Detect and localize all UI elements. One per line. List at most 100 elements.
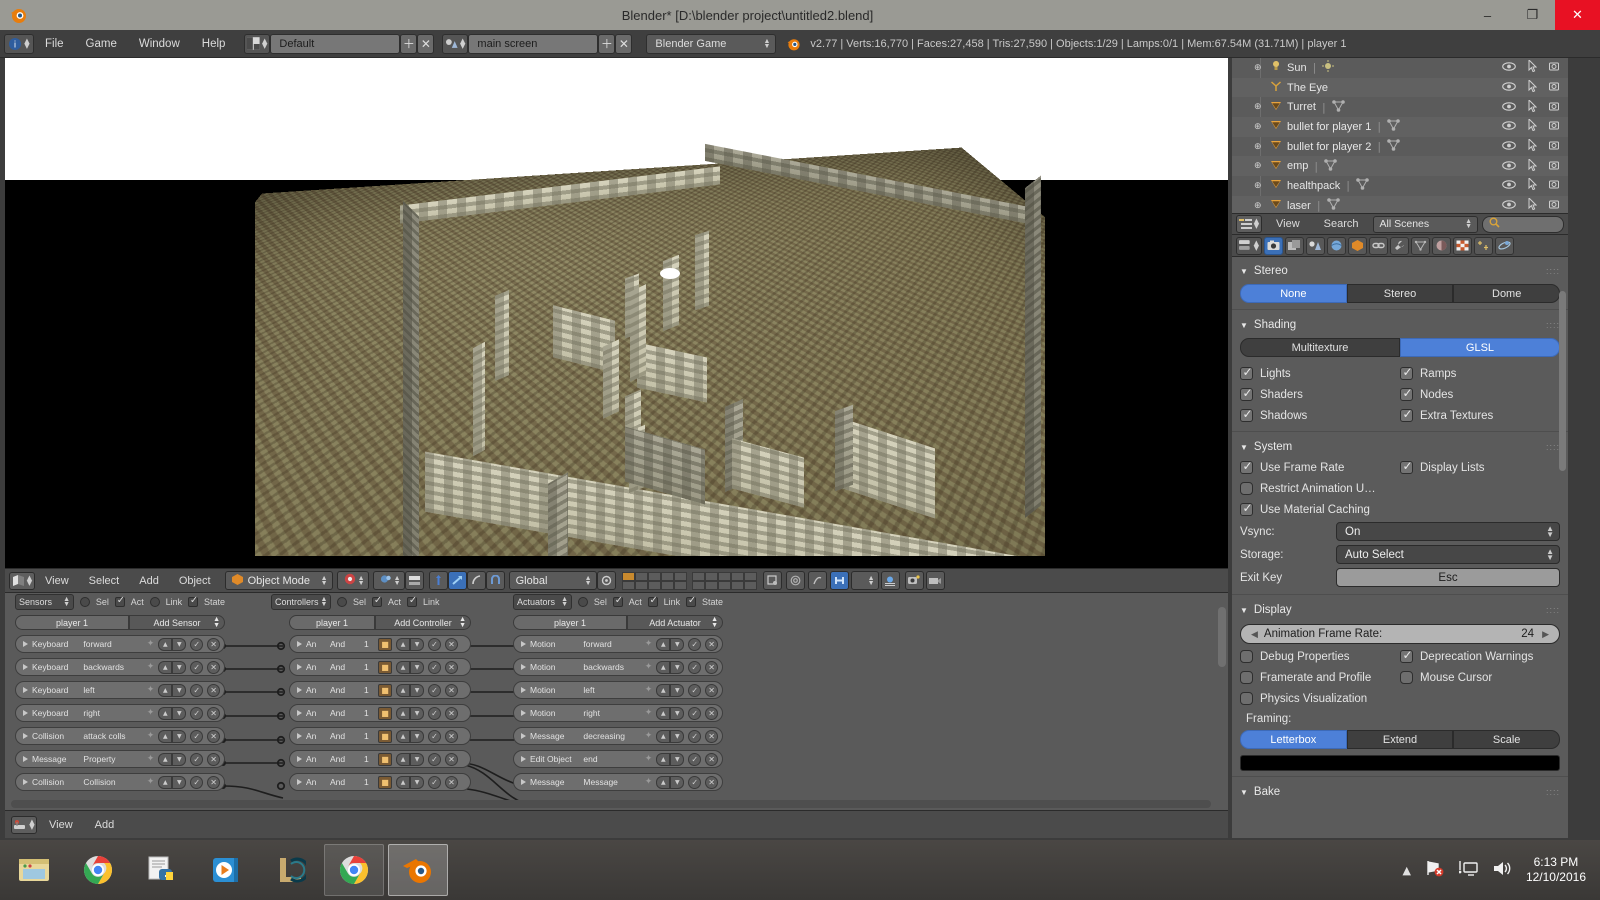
collapse-caret-icon[interactable]: ▼ <box>1240 321 1248 330</box>
controllers-object-name[interactable]: player 1 <box>289 615 375 630</box>
framing-option-letterbox[interactable]: Letterbox <box>1240 730 1347 749</box>
checkbox-row-mouse-cursor[interactable]: Mouse Cursor <box>1400 667 1560 688</box>
storage-dropdown[interactable]: Auto Select ▲ ▼ <box>1336 545 1560 564</box>
cursor-selectable-icon[interactable] <box>1528 100 1537 115</box>
delete-actuator-button[interactable]: ✕ <box>705 638 718 651</box>
sensors-filter-sel-checkbox[interactable] <box>80 597 90 607</box>
use-frame-rate-checkbox[interactable] <box>1240 461 1253 474</box>
logic-vertical-scrollbar[interactable] <box>1218 607 1226 667</box>
actuators-filter-act-checkbox[interactable] <box>613 597 623 607</box>
move-updown-buttons[interactable]: ▲ ▼ <box>396 753 424 766</box>
3d-view-editor-icon[interactable]: ▲ ▼ <box>9 572 35 590</box>
controller-active-toggle[interactable]: ✓ <box>428 776 441 789</box>
actuator-brick[interactable]: Motion backwards ✦ ▲ ▼ ✓ ✕ <box>513 658 723 676</box>
controller-name[interactable]: And <box>330 685 360 695</box>
actuator-name[interactable]: decreasing <box>583 731 640 741</box>
delete-sensor-button[interactable]: ✕ <box>207 707 220 720</box>
checkbox-row-nodes[interactable]: Nodes <box>1400 384 1560 405</box>
sensor-active-toggle[interactable]: ✓ <box>190 638 203 651</box>
cursor-selectable-icon[interactable] <box>1528 159 1537 174</box>
collapse-caret-icon[interactable]: ▼ <box>1240 788 1248 797</box>
expand-triangle-icon[interactable] <box>521 664 526 670</box>
logic-editor[interactable]: Sensors ▲▼ Sel Act Link State player 1 A… <box>5 592 1228 810</box>
viewport-shading-dropdown[interactable]: ▲ ▼ <box>337 571 369 590</box>
render-opengl-animation-icon[interactable] <box>926 571 945 590</box>
panel-header-display[interactable]: ▼ Display :::: <box>1232 600 1568 620</box>
delete-actuator-button[interactable]: ✕ <box>705 707 718 720</box>
checkbox-row-use-material-caching[interactable]: Use Material Caching <box>1240 499 1560 520</box>
pivot-point-dropdown[interactable]: ▲ ▼ <box>373 571 405 590</box>
controller-brick[interactable]: An And 1 ■ ▲ ▼ ✓ ✕ <box>289 704 471 722</box>
viewport-menu-object[interactable]: Object <box>169 575 221 587</box>
actuators-filter-link-checkbox[interactable] <box>648 597 658 607</box>
checkbox-row-physics-visualization[interactable]: Physics Visualization <box>1240 688 1560 709</box>
controllers-type-dropdown[interactable]: Controllers ▲ ▼ <box>271 594 331 610</box>
expand-toggle-icon[interactable]: ⊕ <box>1254 122 1262 132</box>
delete-actuator-button[interactable]: ✕ <box>705 776 718 789</box>
actuator-active-toggle[interactable]: ✓ <box>688 661 701 674</box>
eye-visibility-icon[interactable] <box>1502 179 1516 192</box>
sensor-brick[interactable]: Keyboard left ✦ ▲ ▼ ✓ ✕ <box>15 681 225 699</box>
menu-help[interactable]: Help <box>191 34 237 54</box>
expand-triangle-icon[interactable] <box>23 641 28 647</box>
controllers-filter-link-checkbox[interactable] <box>407 597 417 607</box>
actuator-active-toggle[interactable]: ✓ <box>688 776 701 789</box>
camera-renderable-icon[interactable] <box>1549 81 1562 94</box>
controller-script-icon[interactable]: ■ <box>378 707 392 720</box>
sensor-name[interactable]: backwards <box>83 662 142 672</box>
add-controller-button[interactable]: Add Controller ▲ ▼ <box>375 615 471 630</box>
expand-triangle-icon[interactable] <box>521 779 526 785</box>
delete-actuator-button[interactable]: ✕ <box>705 684 718 697</box>
pin-icon[interactable]: ✦ <box>645 662 653 672</box>
move-updown-buttons[interactable]: ▲ ▼ <box>656 684 684 697</box>
expand-triangle-icon[interactable] <box>23 779 28 785</box>
move-updown-buttons[interactable]: ▲ ▼ <box>396 684 424 697</box>
expand-toggle-icon[interactable]: ⊕ <box>1254 102 1262 112</box>
sensors-filter-state-checkbox[interactable] <box>188 597 198 607</box>
object-tab[interactable] <box>1348 237 1367 255</box>
sensor-name[interactable]: forward <box>83 639 142 649</box>
snap-target-icon[interactable] <box>881 571 900 590</box>
display-lists-checkbox[interactable] <box>1400 461 1413 474</box>
pin-icon[interactable]: ✦ <box>147 754 155 764</box>
expand-triangle-icon[interactable] <box>521 687 526 693</box>
3d-viewport[interactable] <box>5 58 1228 568</box>
pin-icon[interactable]: ✦ <box>645 708 653 718</box>
pin-icon[interactable]: ✦ <box>147 662 155 672</box>
exit-key-button[interactable]: Esc <box>1336 568 1560 587</box>
cursor-selectable-icon[interactable] <box>1528 60 1537 75</box>
delete-scene-button[interactable]: ✕ <box>615 34 632 54</box>
actuator-name[interactable]: right <box>583 708 640 718</box>
outliner-panel[interactable]: ⊕ Sun | The Eye ⊕ Turret | ⊕ bullet for … <box>1232 58 1568 213</box>
actuator-active-toggle[interactable]: ✓ <box>688 638 701 651</box>
outliner-menu-search[interactable]: Search <box>1314 218 1369 230</box>
minimize-button[interactable]: – <box>1465 0 1510 30</box>
info-editor-icon[interactable]: i ▲ ▼ <box>4 34 34 54</box>
checkbox-row-lights[interactable]: Lights <box>1240 363 1400 384</box>
sensors-type-dropdown[interactable]: Sensors ▲ ▼ <box>15 594 74 610</box>
expand-triangle-icon[interactable] <box>23 710 28 716</box>
rotate-manipulator-icon[interactable] <box>448 571 467 590</box>
shading-option-multitexture[interactable]: Multitexture <box>1240 338 1400 357</box>
actuator-name[interactable]: left <box>583 685 640 695</box>
sensor-name[interactable]: left <box>83 685 142 695</box>
particles-tab[interactable] <box>1474 237 1493 255</box>
controller-name[interactable]: And <box>330 708 360 718</box>
python-script-icon[interactable] <box>132 844 192 896</box>
controller-brick[interactable]: An And 1 ■ ▲ ▼ ✓ ✕ <box>289 658 471 676</box>
sensors-filter-act-checkbox[interactable] <box>115 597 125 607</box>
viewport-menu-add[interactable]: Add <box>129 575 169 587</box>
expand-triangle-icon[interactable] <box>521 733 526 739</box>
sensor-name[interactable]: right <box>83 708 142 718</box>
shadows-checkbox[interactable] <box>1240 409 1253 422</box>
delete-sensor-button[interactable]: ✕ <box>207 661 220 674</box>
outliner-row[interactable]: ⊕ Turret | <box>1232 97 1568 117</box>
camera-renderable-icon[interactable] <box>1549 140 1562 153</box>
sensors-filter-link-checkbox[interactable] <box>150 597 160 607</box>
expand-triangle-icon[interactable] <box>297 733 302 739</box>
maximize-button[interactable]: ❐ <box>1510 0 1555 30</box>
logic-horizontal-scrollbar[interactable] <box>11 800 1211 808</box>
delete-controller-button[interactable]: ✕ <box>445 661 458 674</box>
panel-header-system[interactable]: ▼ System :::: <box>1232 437 1568 457</box>
expand-triangle-icon[interactable] <box>23 687 28 693</box>
